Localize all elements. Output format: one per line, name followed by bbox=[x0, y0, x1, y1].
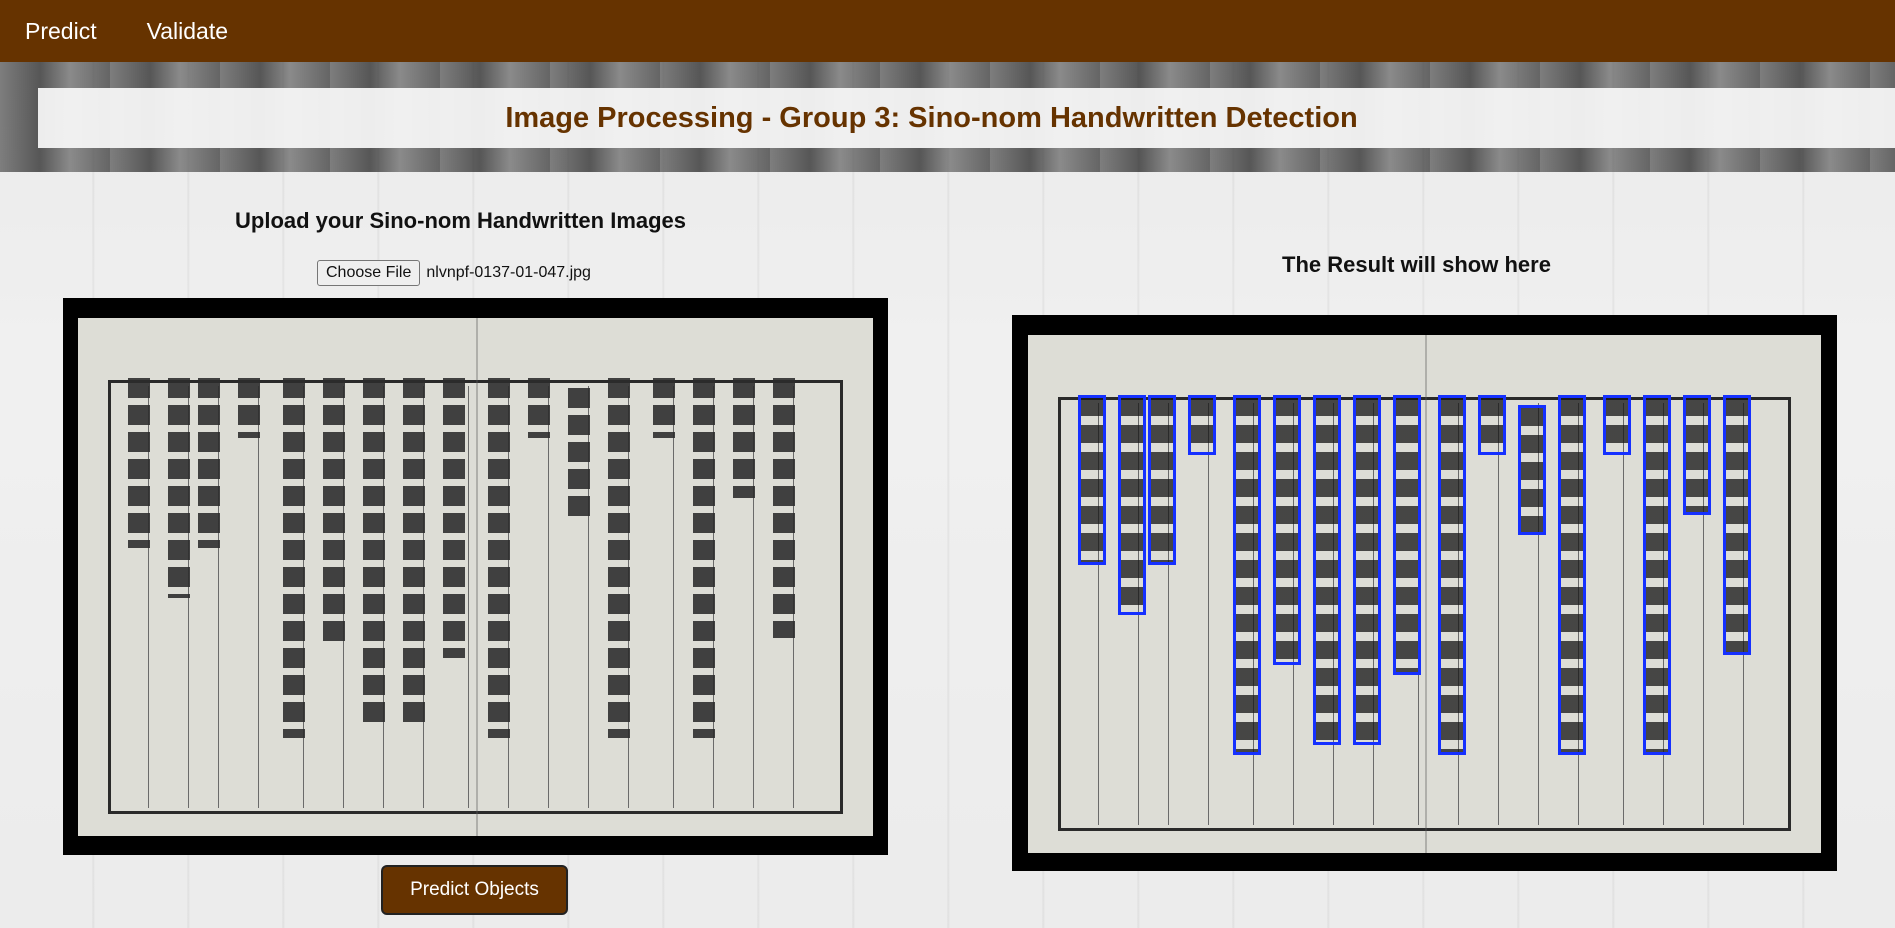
column-rule bbox=[468, 386, 469, 808]
detection-box bbox=[1148, 395, 1176, 565]
text-column bbox=[568, 388, 590, 518]
text-column bbox=[168, 378, 190, 598]
detection-box bbox=[1353, 395, 1381, 745]
scan-fold bbox=[1424, 335, 1427, 853]
text-column bbox=[693, 378, 715, 738]
text-column bbox=[608, 378, 630, 738]
result-image bbox=[1012, 315, 1837, 871]
column-rule bbox=[548, 386, 549, 808]
result-manuscript-scan bbox=[1028, 335, 1821, 853]
detection-box bbox=[1518, 405, 1546, 535]
detection-box bbox=[1723, 395, 1751, 655]
choose-file-button[interactable]: Choose File bbox=[317, 260, 421, 286]
detection-box bbox=[1643, 395, 1671, 755]
nav-predict-link[interactable]: Predict bbox=[25, 18, 97, 45]
text-column bbox=[528, 378, 550, 438]
input-manuscript-scan bbox=[78, 318, 873, 836]
selected-file-name: nlvnpf-0137-01-047.jpg bbox=[426, 264, 591, 281]
detection-box bbox=[1393, 395, 1421, 675]
file-input[interactable]: Choose File nlvnpf-0137-01-047.jpg bbox=[317, 260, 591, 286]
column-rule bbox=[1623, 403, 1624, 825]
column-rule bbox=[1498, 403, 1499, 825]
detection-box bbox=[1478, 395, 1506, 455]
detection-box bbox=[1683, 395, 1711, 515]
text-column bbox=[128, 378, 150, 548]
text-column bbox=[238, 378, 260, 438]
title-band: Image Processing - Group 3: Sino-nom Han… bbox=[38, 88, 1895, 148]
detection-box bbox=[1273, 395, 1301, 665]
text-column bbox=[323, 378, 345, 648]
text-column bbox=[733, 378, 755, 498]
text-column bbox=[403, 378, 425, 728]
scan-fold bbox=[475, 318, 478, 836]
text-column bbox=[488, 378, 510, 738]
detection-box bbox=[1603, 395, 1631, 455]
detection-box bbox=[1233, 395, 1261, 755]
text-column bbox=[283, 378, 305, 738]
text-column bbox=[363, 378, 385, 728]
column-rule bbox=[1208, 403, 1209, 825]
text-column bbox=[773, 378, 795, 638]
text-column bbox=[198, 378, 220, 548]
column-rule bbox=[258, 386, 259, 808]
text-column bbox=[443, 378, 465, 658]
nav-validate-link[interactable]: Validate bbox=[147, 18, 228, 45]
detection-box bbox=[1438, 395, 1466, 755]
upload-heading: Upload your Sino-nom Handwritten Images bbox=[235, 208, 687, 233]
result-heading: The Result will show here bbox=[1282, 252, 1551, 277]
page-title: Image Processing - Group 3: Sino-nom Han… bbox=[505, 101, 1358, 134]
detection-box bbox=[1078, 395, 1106, 565]
input-image bbox=[63, 298, 888, 855]
detection-box bbox=[1118, 395, 1146, 615]
top-navbar: Predict Validate bbox=[0, 0, 1895, 62]
detection-box bbox=[1313, 395, 1341, 745]
text-column bbox=[653, 378, 675, 438]
predict-objects-button[interactable]: Predict Objects bbox=[381, 865, 568, 915]
column-rule bbox=[673, 386, 674, 808]
detection-box bbox=[1188, 395, 1216, 455]
detection-box bbox=[1558, 395, 1586, 755]
